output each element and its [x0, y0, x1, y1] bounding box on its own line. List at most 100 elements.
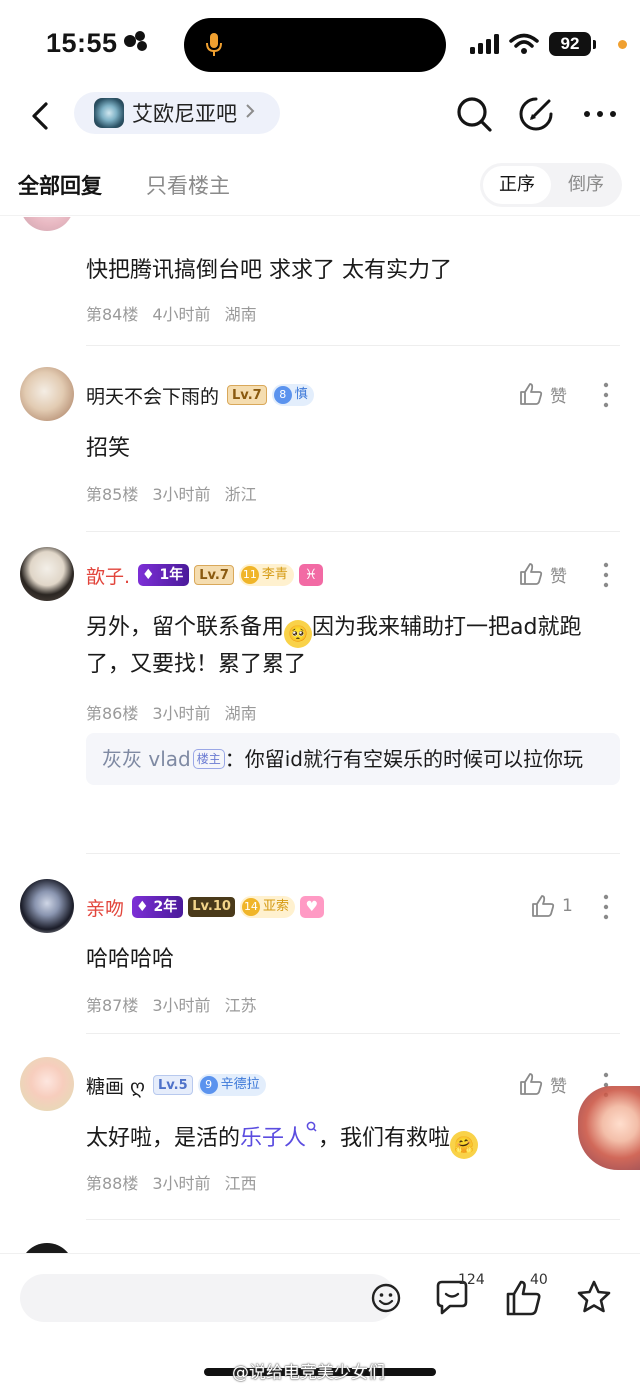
avatar[interactable]	[20, 879, 74, 933]
list-item: 歆子. ♦ 1年 Lv.7 11 李青 ♓ 赞 另外，留个联系备用 🥺 因为我来辅助…	[0, 547, 640, 857]
sort-ascending-button[interactable]: 正序	[483, 166, 551, 204]
nav-bar: 艾欧尼亚吧	[0, 86, 640, 148]
year-badge: ♦ 2年	[132, 896, 184, 918]
divider	[86, 853, 620, 854]
comment-input[interactable]	[20, 1274, 401, 1322]
member-badge: 8 慎	[271, 384, 314, 406]
bottom-bar: 124 40 @说给电竞美少女们	[0, 1253, 640, 1388]
sub-reply-text: ：你留id就行有空娱乐的时候可以拉你玩	[224, 747, 583, 771]
divider	[86, 1219, 620, 1220]
post-time: 3小时前	[152, 485, 211, 504]
member-name: 亚索	[262, 899, 289, 914]
post-meta: 第85楼 3小时前 浙江	[86, 481, 257, 505]
mention-text: 乐子人	[240, 1126, 307, 1151]
divider	[86, 345, 620, 346]
forum-logo	[94, 98, 124, 128]
user-row: 明天不会下雨的 Lv.7 8 慎	[86, 381, 314, 409]
user-row: 歆子. ♦ 1年 Lv.7 11 李青 ♓	[86, 561, 323, 589]
like-label: 赞	[550, 566, 567, 587]
back-arrow-icon[interactable]	[24, 96, 60, 136]
avatar[interactable]	[20, 367, 74, 421]
avatar[interactable]	[20, 217, 74, 231]
tab-owner-only[interactable]: 只看楼主	[146, 170, 230, 200]
post-text: 招笑	[86, 436, 131, 461]
user-row: 糖画 ღ Lv.5 9 辛德拉	[86, 1071, 266, 1099]
kebab-icon[interactable]	[596, 381, 616, 409]
like-label: 赞	[550, 386, 567, 407]
forum-chip[interactable]: 艾欧尼亚吧	[74, 92, 280, 134]
member-badge: 9 辛德拉	[197, 1074, 266, 1096]
sort-toggle: 正序 倒序	[480, 163, 622, 207]
member-level: 11	[240, 566, 259, 584]
member-badge: 11 李青	[238, 564, 294, 586]
more-icon[interactable]	[580, 94, 620, 134]
like-button[interactable]: 赞	[518, 1071, 567, 1097]
sub-reply-author[interactable]: 灰灰 vlad	[102, 747, 191, 771]
member-name: 李青	[261, 567, 288, 582]
year-badge-label: 1年	[159, 567, 184, 583]
sub-reply[interactable]: 灰灰 vlad 楼主 ：你留id就行有空娱乐的时候可以拉你玩	[86, 733, 620, 785]
post-location: 江西	[224, 1174, 257, 1193]
floor-number: 第86楼	[86, 704, 139, 723]
avatar[interactable]	[20, 1057, 74, 1111]
post-time: 3小时前	[152, 704, 211, 723]
kebab-icon[interactable]	[596, 893, 616, 921]
floor-number: 第84楼	[86, 305, 139, 324]
post-meta: 第87楼 3小时前 江苏	[86, 992, 257, 1016]
thumbs-up-icon	[520, 1073, 543, 1095]
post-text: 另外，留个联系备用 🥺 因为我来辅助打一把ad就跑了，又要找！累了累了	[86, 611, 616, 682]
status-time: 15:55	[46, 28, 118, 58]
focus-icon	[122, 30, 152, 57]
mention-link[interactable]: 乐子人	[240, 1121, 318, 1151]
avatar[interactable]	[20, 1243, 74, 1253]
floor-number: 第87楼	[86, 996, 139, 1015]
watermark: @说给电竞美少女们	[232, 1363, 385, 1383]
sort-descending-button[interactable]: 倒序	[552, 166, 620, 204]
list-item: 亲吻 ♦ 2年 Lv.10 14 亚索 ♥ 1 哈哈哈哈 第87楼 3小时前 江…	[0, 879, 640, 1049]
tab-all-replies[interactable]: 全部回复	[18, 170, 102, 200]
emoji-icon[interactable]	[370, 1282, 402, 1314]
like-count: 40	[530, 1272, 548, 1288]
status-bar: 15:55 92	[0, 0, 640, 86]
username[interactable]: 明天不会下雨的	[86, 382, 219, 409]
post-meta: 第84楼 4小时前 湖南	[86, 301, 257, 325]
member-level: 8	[273, 386, 292, 404]
username[interactable]: 糖画 ღ	[86, 1072, 145, 1099]
like-count: 1	[562, 896, 573, 916]
heart-icon: ♥	[299, 896, 324, 918]
post-location: 江苏	[224, 996, 257, 1015]
battery-indicator: 92	[549, 32, 591, 56]
username[interactable]: 歆子.	[86, 562, 130, 589]
status-indicators: 92	[470, 32, 596, 56]
edit-icon[interactable]	[516, 94, 556, 134]
microphone-icon	[206, 33, 222, 56]
level-badge: Lv.5	[152, 1075, 193, 1095]
thumbs-up-icon	[520, 563, 543, 585]
like-button[interactable]: 赞	[518, 561, 567, 587]
member-level: 14	[241, 898, 260, 916]
post-meta: 第86楼 3小时前 湖南	[86, 700, 257, 724]
star-icon[interactable]	[574, 1276, 614, 1320]
level-badge: Lv.10	[188, 897, 235, 917]
member-badge: 14 亚索	[239, 896, 295, 918]
member-level: 9	[199, 1076, 218, 1094]
username[interactable]: 亲吻	[86, 894, 124, 921]
post-text: 哈哈哈哈	[86, 947, 175, 972]
like-button[interactable]: 赞	[518, 381, 567, 407]
post-text-part: 太好啦，是活的	[86, 1126, 241, 1151]
floor-number: 第88楼	[86, 1174, 139, 1193]
like-button[interactable]: 1	[530, 893, 573, 919]
kebab-icon[interactable]	[596, 561, 616, 589]
search-icon[interactable]	[454, 94, 494, 134]
level-badge: Lv.7	[227, 385, 267, 405]
year-badge: ♦ 1年	[138, 564, 190, 586]
comment-count: 124	[458, 1272, 485, 1288]
post-meta: 第88楼 3小时前 江西	[86, 1170, 257, 1194]
pisces-icon: ♓	[298, 564, 323, 586]
list-item: 糖画 ღ Lv.5 9 辛德拉 赞 太好啦，是活的乐子人 ，我们有救啦 🤗 第88楼…	[0, 1057, 640, 1227]
post-text: 快把腾讯搞倒台吧 求求了 太有实力了	[86, 258, 452, 283]
avatar[interactable]	[20, 547, 74, 601]
post-time: 3小时前	[152, 996, 211, 1015]
pleading-emoji-icon: 🥺	[284, 620, 313, 648]
divider	[86, 1033, 620, 1034]
